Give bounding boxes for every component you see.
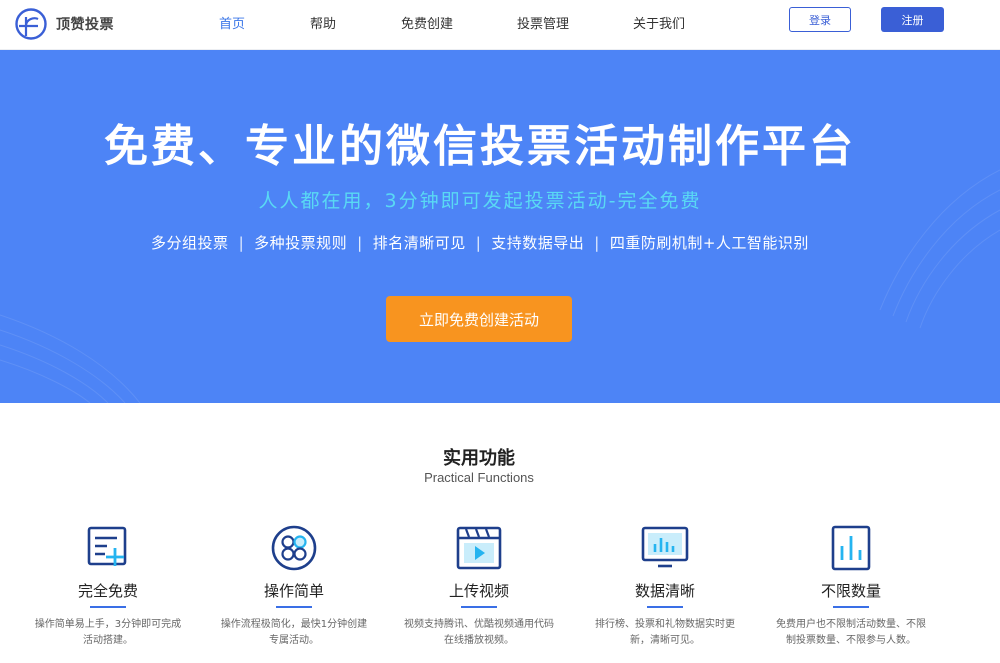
feature-name: 数据清晰 xyxy=(634,582,695,600)
feature-card-data: 数据清晰 排行榜、投票和礼物数据实时更新，清晰可见。 xyxy=(585,524,745,649)
register-button[interactable]: 注册 xyxy=(881,7,944,32)
document-plus-icon xyxy=(87,526,127,566)
feature-desc: 操作流程极简化，最快1分钟创建专属活动。 xyxy=(220,619,368,646)
nav-vote-manage[interactable]: 投票管理 xyxy=(517,13,569,32)
hero-subtitle: 人人都在用，3分钟即可发起投票活动-完全免费 xyxy=(258,190,702,212)
circles-grid-icon xyxy=(271,525,317,571)
bar-chart-icon xyxy=(831,525,871,571)
feature-name: 完全免费 xyxy=(77,582,138,600)
hero-banner: 免费、专业的微信投票活动制作平台 人人都在用，3分钟即可发起投票活动-完全免费 … xyxy=(0,50,1000,403)
hero-feature: 多种投票规则 xyxy=(254,234,348,252)
nav-help[interactable]: 帮助 xyxy=(310,13,336,32)
divider: | xyxy=(357,234,363,252)
hero-feature: 支持数据导出 xyxy=(491,234,585,252)
underline-bar xyxy=(833,606,869,608)
nav-home[interactable]: 首页 xyxy=(219,13,245,32)
feature-name: 不限数量 xyxy=(820,582,881,600)
hero-decoration xyxy=(0,169,1000,403)
feature-desc: 排行榜、投票和礼物数据实时更新，清晰可见。 xyxy=(595,619,735,646)
divider: | xyxy=(475,234,482,252)
brand-name: 顶赞投票 xyxy=(56,17,114,33)
underline-bar xyxy=(90,606,126,608)
feature-card-unlimited: 不限数量 免费用户也不限制活动数量、不限制投票数量、不限参与人数。 xyxy=(771,524,931,649)
divider: | xyxy=(594,234,600,252)
feature-desc: 免费用户也不限制活动数量、不限制投票数量、不限参与人数。 xyxy=(776,619,926,646)
underline-bar xyxy=(647,606,683,608)
hero-title: 免费、专业的微信投票活动制作平台 xyxy=(104,121,856,172)
feature-card-simple: 操作简单 操作流程极简化，最快1分钟创建专属活动。 xyxy=(214,524,374,649)
video-play-icon xyxy=(456,526,502,570)
nav-about-us[interactable]: 关于我们 xyxy=(633,13,685,32)
hero-feature-list: 多分组投票 | 多种投票规则 | 排名清晰可见 | 支持数据导出 | 四重防刷机制+人工智能识别 xyxy=(0,232,960,253)
hero-feature: 多分组投票 xyxy=(151,234,229,252)
feature-card-free: 完全免费 操作简单易上手，3分钟即可完成活动搭建。 xyxy=(28,524,188,649)
hero-feature: 排名清晰可见 xyxy=(372,234,466,252)
logo[interactable]: 顶赞投票 xyxy=(14,7,114,41)
feature-name: 操作简单 xyxy=(263,582,324,600)
logo-mark-icon xyxy=(15,8,47,40)
top-header: 顶赞投票 首页 帮助 免费创建 投票管理 关于我们 登录 注册 xyxy=(0,0,1000,50)
section-title: 实用功能 xyxy=(443,448,515,469)
hero-feature: 四重防刷机制+人工智能识别 xyxy=(609,234,809,252)
login-button[interactable]: 登录 xyxy=(789,7,851,32)
feature-card-video: 上传视频 视频支持腾讯、优酷视频通用代码在线播放视频。 xyxy=(399,524,559,649)
underline-bar xyxy=(276,606,312,608)
underline-bar xyxy=(461,606,497,608)
feature-name: 上传视频 xyxy=(448,582,509,600)
section-subtitle: Practical Functions xyxy=(424,470,534,485)
divider: | xyxy=(238,234,245,252)
nav-free-create[interactable]: 免费创建 xyxy=(401,13,453,32)
monitor-chart-icon xyxy=(641,526,689,568)
create-activity-button[interactable]: 立即免费创建活动 xyxy=(386,296,572,342)
feature-desc: 视频支持腾讯、优酷视频通用代码在线播放视频。 xyxy=(404,619,554,646)
feature-desc: 操作简单易上手，3分钟即可完成活动搭建。 xyxy=(34,619,182,646)
